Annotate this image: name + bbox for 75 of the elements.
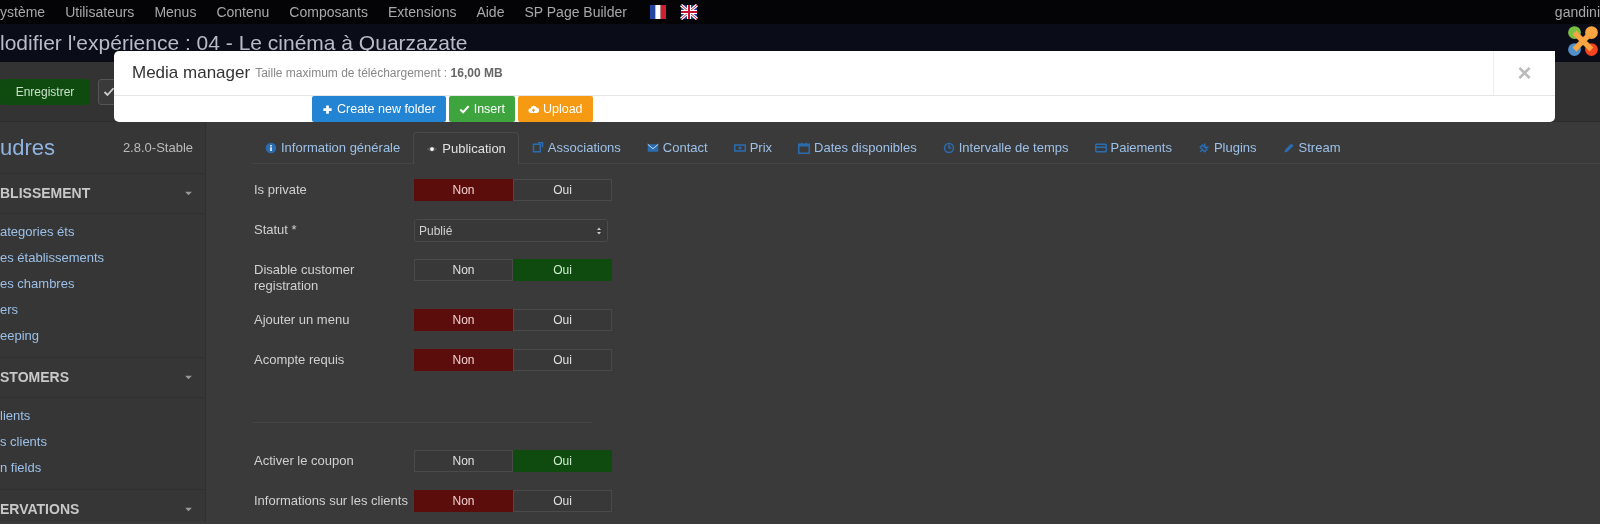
toggle-option[interactable]: Oui <box>513 179 612 201</box>
tab[interactable]: Plugins <box>1184 132 1270 163</box>
create-folder-button[interactable]: Create new folder <box>312 96 446 122</box>
sidebar-item[interactable]: lients <box>0 403 205 429</box>
cloud-upload-icon <box>527 103 539 115</box>
brand-name: udres <box>0 134 56 162</box>
menu-item[interactable]: Composants <box>289 1 368 23</box>
menu-item[interactable]: SP Page Builder <box>524 1 627 23</box>
tab[interactable]: Prix <box>720 132 786 163</box>
caret-icon <box>184 373 193 382</box>
toggle-option[interactable]: Non <box>414 309 513 331</box>
section-title[interactable]: ERVATIONS <box>0 499 80 520</box>
toggle-option[interactable]: Oui <box>513 490 612 512</box>
link-icon <box>531 142 544 154</box>
sidebar-item[interactable]: s clients <box>0 429 205 455</box>
toggle-option[interactable]: Non <box>414 259 513 281</box>
save-button[interactable]: Enregistrer <box>0 78 90 105</box>
sidebar-item[interactable]: n fields <box>0 455 205 481</box>
tab[interactable]: Information générale <box>252 132 414 163</box>
tab[interactable]: Stream <box>1269 132 1354 163</box>
plug-icon <box>1197 142 1210 154</box>
section-title[interactable]: STOMERS <box>0 367 69 388</box>
sidebar-item[interactable]: eeping <box>0 323 205 349</box>
tab[interactable]: Publication <box>413 132 519 164</box>
menu-item[interactable]: Extensions <box>387 1 457 23</box>
menu-item[interactable]: Utilisateurs <box>65 1 135 23</box>
toggle-option[interactable]: Oui <box>513 349 612 371</box>
upload-limit-text: Taille maximum de téléchargement : 16,00 MB <box>255 65 503 82</box>
version-label: 2.8.0-Stable <box>122 138 193 157</box>
field-label: Activer le coupon <box>253 452 355 470</box>
menu-item[interactable]: Aide <box>476 1 505 23</box>
field-label: Statut * <box>253 221 298 239</box>
status-select[interactable]: Publié <box>414 219 608 242</box>
toggle-option[interactable]: Oui <box>513 309 612 331</box>
plus-icon <box>322 103 333 115</box>
sidebar-item[interactable]: es chambres <box>0 271 205 297</box>
pencil-icon <box>1282 142 1295 154</box>
toggle-option[interactable]: Oui <box>513 450 612 472</box>
tab[interactable]: Intervalle de temps <box>929 132 1082 163</box>
field-label: Acompte requis <box>253 351 346 369</box>
tab[interactable]: Associations <box>518 132 634 163</box>
menu-item[interactable]: Menus <box>154 1 197 23</box>
section-title[interactable]: BLISSEMENT <box>0 183 91 204</box>
caret-icon <box>184 189 193 198</box>
toggle-option[interactable]: Non <box>414 179 513 201</box>
page-title: lodifier l'expérience : 04 - Le cinéma à Quarzazate <box>0 29 468 56</box>
toggle-option[interactable]: Oui <box>513 259 612 281</box>
sidebar-item[interactable]: es établissements <box>0 245 205 271</box>
toggle-option[interactable]: Non <box>414 490 513 512</box>
check-icon <box>458 103 470 115</box>
check-icon <box>103 86 115 99</box>
toggle-option[interactable]: Non <box>414 349 513 371</box>
sidebar-item[interactable]: ategories éts <box>0 219 205 245</box>
field-label: Informations sur les clients <box>253 492 409 510</box>
clock-icon <box>942 142 955 154</box>
info-icon <box>265 142 277 154</box>
user-name[interactable]: gandini <box>1554 1 1600 23</box>
updown-icon <box>595 225 603 236</box>
envelope-icon <box>646 142 659 154</box>
toggle-option[interactable]: Non <box>414 450 513 472</box>
sidebar-item[interactable]: ers <box>0 297 205 323</box>
field-label: Ajouter un menu <box>253 311 351 329</box>
tab[interactable]: Contact <box>633 132 721 163</box>
menu-item[interactable]: Contenu <box>216 1 270 23</box>
tab[interactable]: Dates disponibles <box>785 132 930 163</box>
modal-title: Media manager <box>132 62 251 85</box>
calendar-icon <box>798 142 811 154</box>
caret-icon <box>184 505 193 514</box>
logo-icon <box>1566 24 1600 58</box>
field-label: Is private <box>253 181 308 199</box>
tab[interactable]: Paiements <box>1081 132 1185 163</box>
credit-card-icon <box>1094 142 1107 154</box>
field-label: Disable customer registration <box>253 261 356 294</box>
banknote-icon <box>733 142 746 154</box>
menu-item[interactable]: ystème <box>0 1 46 23</box>
